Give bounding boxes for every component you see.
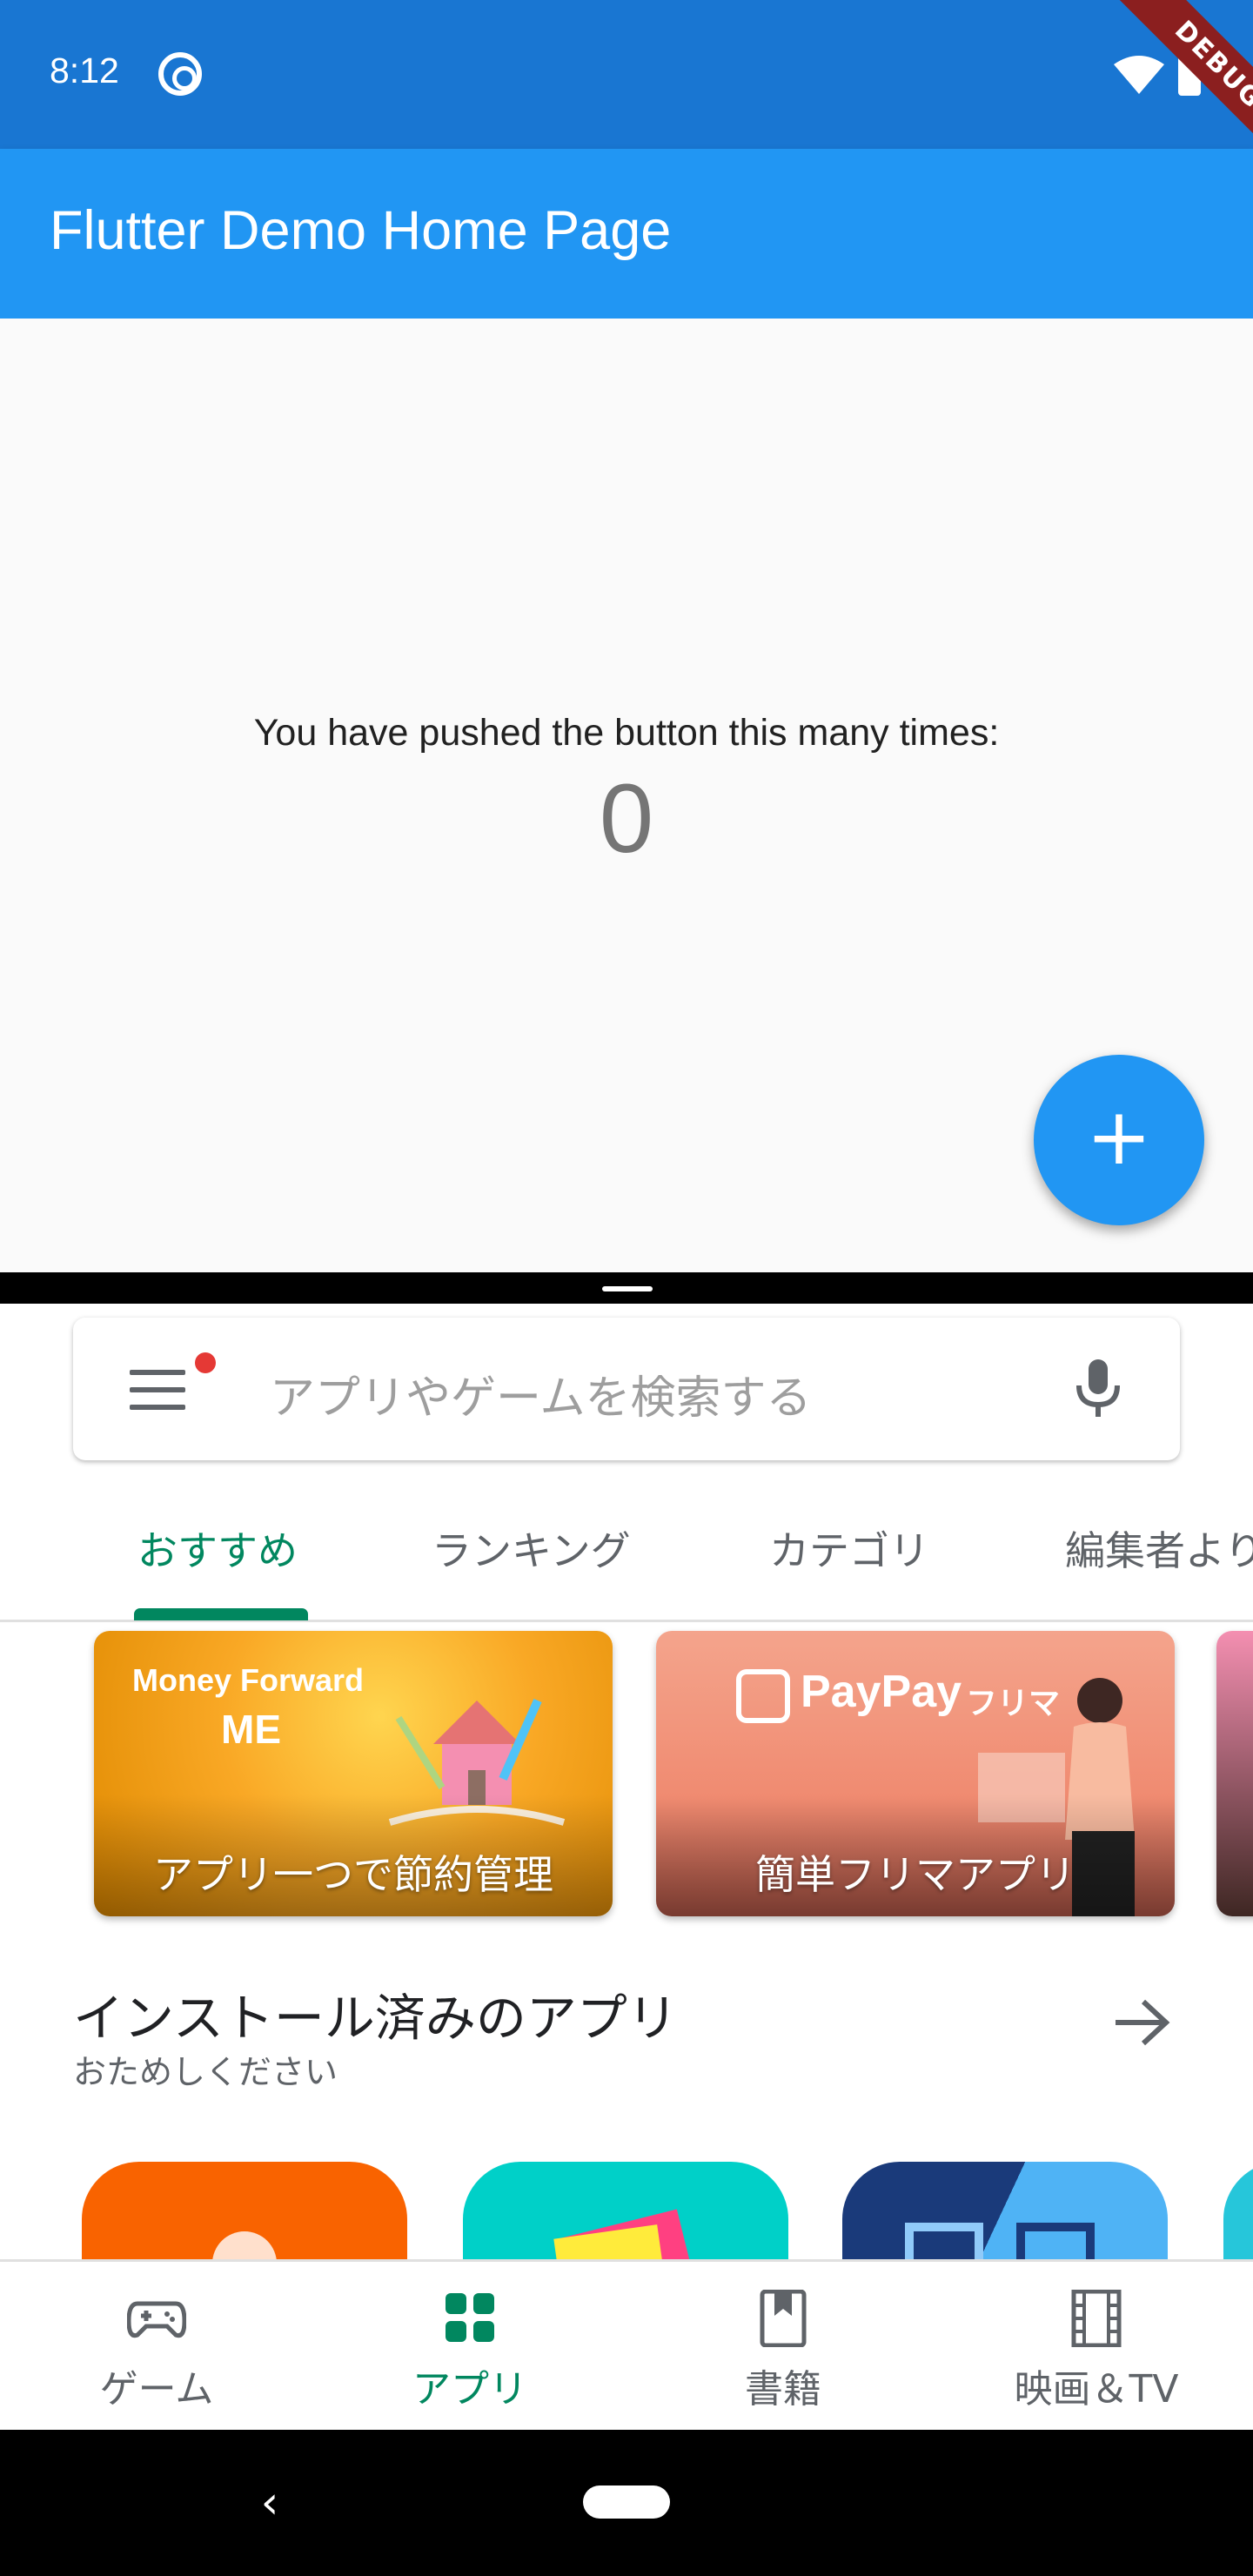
page-title: Flutter Demo Home Page [50, 200, 672, 261]
book-icon [760, 2290, 807, 2347]
section-title: インストール済みのアプリ [73, 1989, 678, 2048]
arrow-right-icon[interactable] [1110, 1996, 1173, 2049]
promo-card-partial[interactable] [1216, 1631, 1253, 1916]
promo-brand-sub: ME [221, 1707, 281, 1752]
app-icon[interactable] [1223, 2162, 1253, 2259]
nav-item-games[interactable]: ゲーム [0, 2262, 313, 2432]
section-subtitle: おためしください [73, 2053, 338, 2091]
nav-item-books[interactable]: 書籍 [626, 2262, 940, 2432]
nav-label: ゲーム [99, 2367, 214, 2412]
back-icon[interactable]: ‹ [252, 2479, 287, 2527]
film-icon [1071, 2290, 1122, 2347]
status-time: 8:12 [50, 50, 119, 91]
gamepad-icon [127, 2301, 186, 2338]
tab-indicator [134, 1608, 308, 1620]
nav-label: 映画＆TV [1014, 2367, 1179, 2412]
counter-value: 0 [599, 764, 654, 873]
flutter-body: You have pushed the button this many tim… [0, 319, 1253, 1272]
app-icon[interactable] [82, 2162, 407, 2259]
nav-item-movies[interactable]: 映画＆TV [940, 2262, 1253, 2432]
sync-status-icon [158, 52, 202, 96]
split-handle[interactable] [602, 1286, 653, 1291]
counter-label: You have pushed the button this many tim… [253, 712, 1000, 754]
system-nav-bar: ‹ [0, 2430, 1253, 2576]
category-tabs: おすすめ ランキング カテゴリ 編集者より [0, 1492, 1253, 1622]
notification-dot [195, 1352, 216, 1373]
tab-editors-choice[interactable]: 編集者より [1065, 1519, 1253, 1577]
promo-brand: PayPay [801, 1667, 962, 1717]
play-store: アプリやゲームを検索する おすすめ ランキング カテゴリ 編集者より Money… [0, 1304, 1253, 2259]
nav-label: 書籍 [745, 2367, 821, 2412]
increment-button[interactable]: + [1034, 1055, 1204, 1225]
bottom-nav: ゲーム アプリ 書籍 映画＆TV [0, 2259, 1253, 2430]
apps-grid-icon [446, 2293, 494, 2342]
app-icon[interactable] [463, 2162, 788, 2259]
promo-card-moneyforward[interactable]: Money Forward ME アプリ一つで節約管理 [94, 1631, 613, 1916]
paypay-logo-icon [736, 1669, 790, 1723]
menu-icon[interactable] [130, 1370, 185, 1410]
nav-label: アプリ [412, 2367, 527, 2412]
tab-ranking[interactable]: ランキング [432, 1519, 631, 1577]
home-button[interactable] [583, 2485, 670, 2519]
app-icon[interactable] [842, 2162, 1168, 2259]
promo-caption: 簡単フリマアプリ [755, 1851, 1075, 1898]
tab-recommended[interactable]: おすすめ [137, 1519, 298, 1577]
tab-categories[interactable]: カテゴリ [769, 1519, 929, 1577]
app-bar: Flutter Demo Home Page [0, 149, 1253, 319]
nav-item-apps[interactable]: アプリ [313, 2262, 626, 2432]
promo-card-paypay[interactable]: PayPay フリマ 簡単フリマアプリ [656, 1631, 1175, 1916]
promo-caption: アプリ一つで節約管理 [153, 1851, 553, 1898]
search-input[interactable]: アプリやゲームを検索する [270, 1361, 811, 1426]
promo-carousel: Money Forward ME アプリ一つで節約管理 PayPay フリマ 簡… [0, 1631, 1253, 1918]
promo-brand: Money Forward [132, 1662, 365, 1698]
search-bar[interactable]: アプリやゲームを検索する [73, 1318, 1180, 1460]
mic-icon[interactable] [1074, 1358, 1122, 1420]
split-screen-divider[interactable] [0, 1272, 1253, 1304]
status-bar: 8:12 DEBUG [0, 0, 1253, 149]
wifi-icon [1114, 56, 1164, 94]
